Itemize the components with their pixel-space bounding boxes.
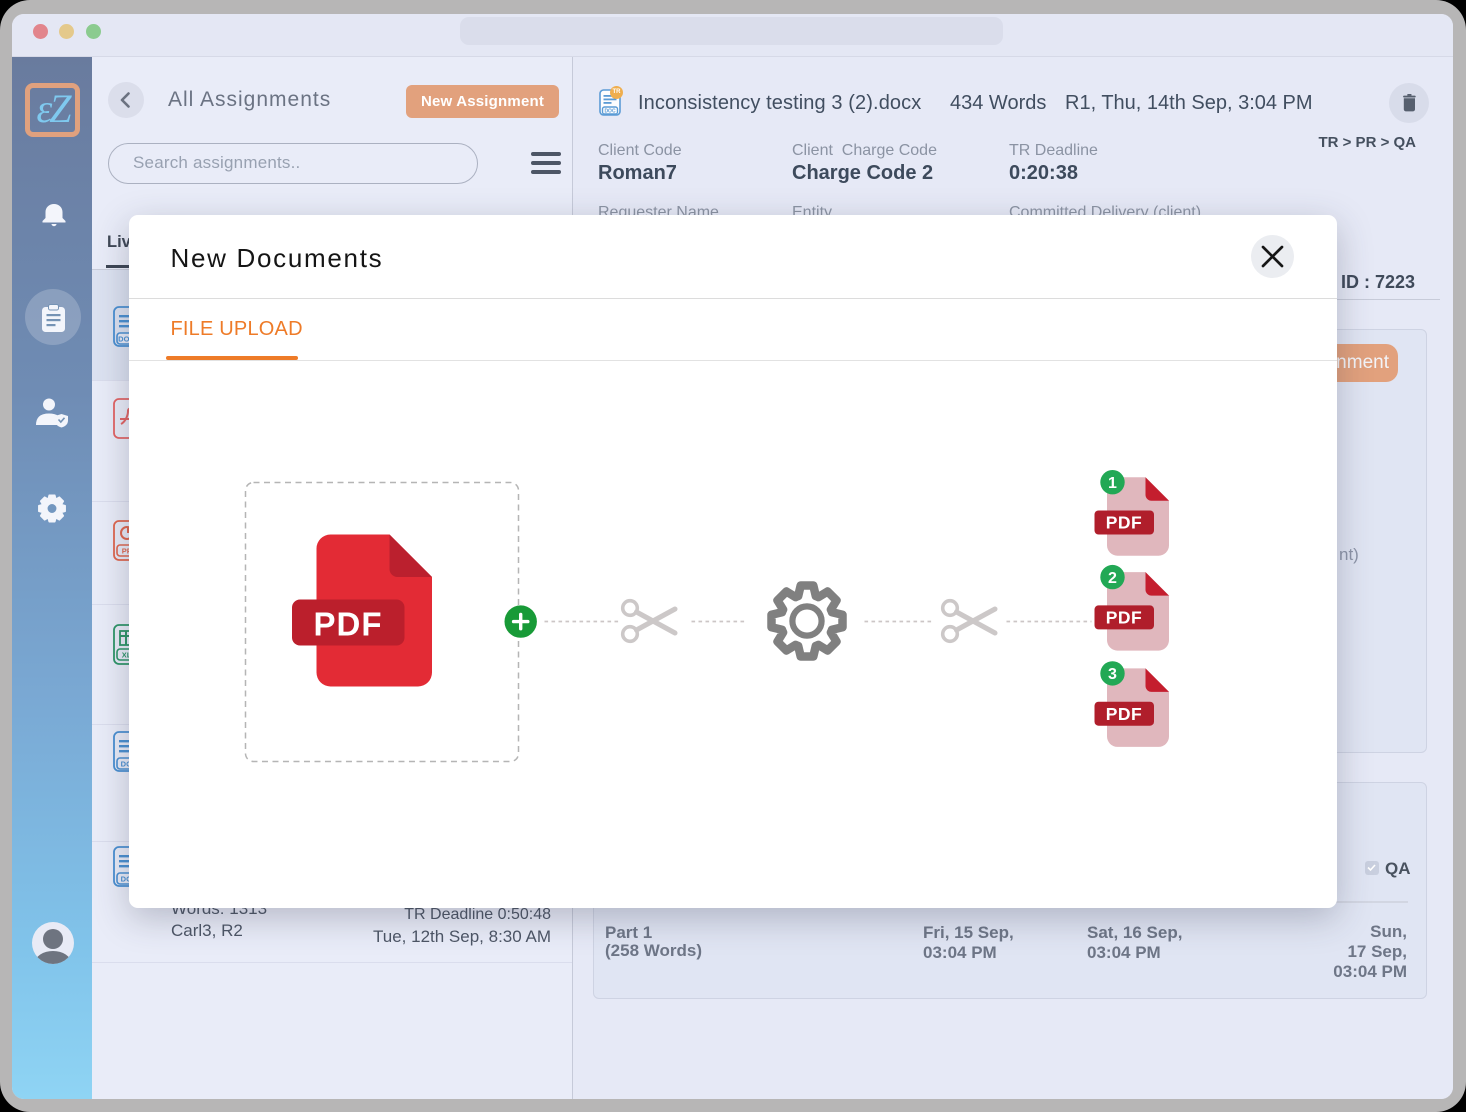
svg-text:PDF: PDF [1105, 607, 1142, 627]
svg-text:PDF: PDF [1105, 512, 1142, 532]
svg-text:DOC: DOC [604, 109, 616, 115]
svg-text:PDF: PDF [1105, 703, 1142, 723]
svg-text:2: 2 [1108, 569, 1117, 586]
svg-text:3: 3 [1108, 666, 1117, 683]
svg-text:PDF: PDF [313, 605, 382, 642]
svg-text:1: 1 [1108, 475, 1117, 492]
